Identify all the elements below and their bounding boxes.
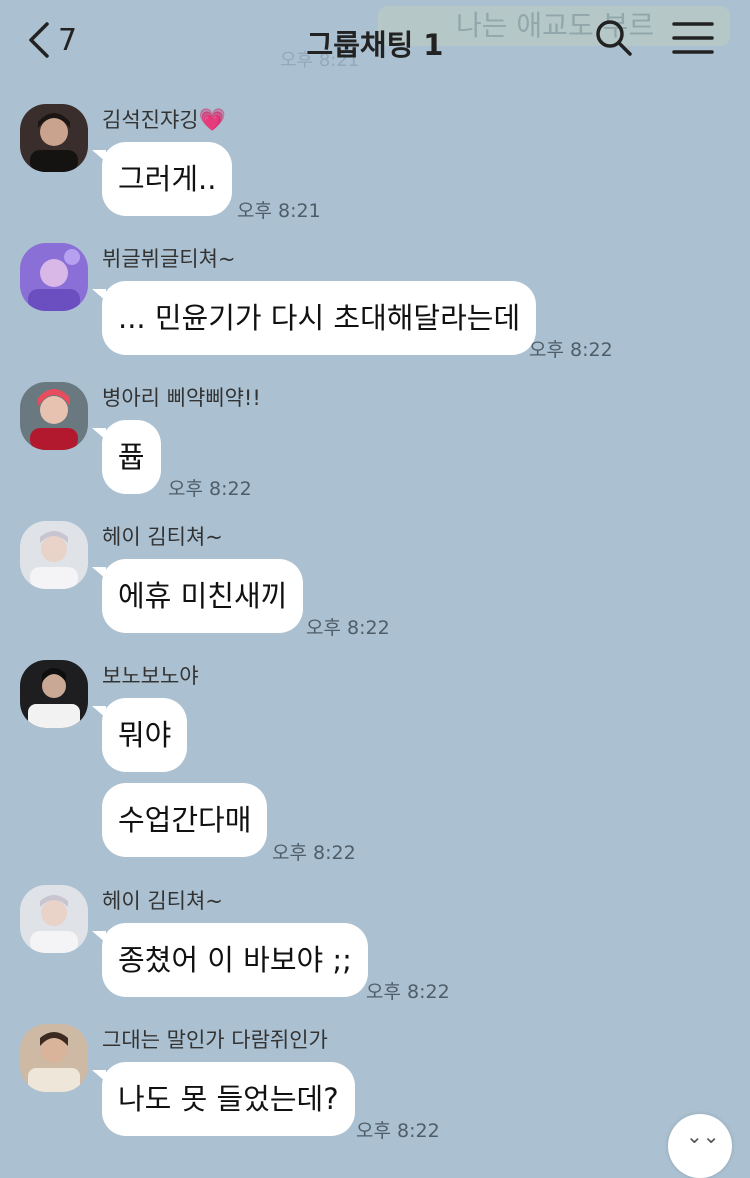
chat-header: 나는 애교도 부르 오후 8:21 7 그룹채팅 1: [0, 0, 750, 80]
message-bubble[interactable]: 나도 못 들었는데?: [92, 1062, 355, 1136]
sender-name: 병아리 삐약삐약!!: [102, 386, 261, 410]
message-time: 오후 8:22: [168, 478, 252, 500]
chevron-down-icon: ⌄⌄: [686, 1124, 720, 1148]
avatar[interactable]: [20, 660, 88, 728]
message-bubble[interactable]: 퓹: [92, 420, 161, 494]
heart-emoji: 💗: [198, 108, 227, 133]
avatar[interactable]: [20, 1024, 88, 1092]
message-bubble[interactable]: 에휴 미친새끼: [91, 559, 304, 633]
avatar[interactable]: [20, 382, 88, 450]
message-time: 오후 8:22: [306, 617, 390, 639]
chat-title: 그룹채팅 1: [0, 22, 750, 64]
sender-name: 김석진쟈깅💗: [102, 108, 227, 133]
message-bubble[interactable]: 수업간다매: [102, 783, 268, 857]
avatar[interactable]: [20, 243, 88, 311]
chat-title-text: 그룹채팅: [306, 28, 414, 62]
sender-name: 헤이 김티쳐~: [102, 525, 223, 549]
sender-name: 보노보노야: [102, 664, 199, 688]
search-button[interactable]: [594, 18, 634, 62]
sender-name: 그대는 말인가 다람쥐인가: [102, 1028, 328, 1052]
hamburger-menu-icon: [672, 22, 714, 54]
message-bubble[interactable]: 종쳤어 이 바보야 ;;: [92, 923, 368, 997]
search-icon: [596, 20, 632, 56]
avatar[interactable]: [20, 885, 88, 953]
message-time: 오후 8:22: [529, 339, 613, 361]
menu-button[interactable]: [672, 18, 714, 62]
message-bubble[interactable]: 그러게..: [91, 142, 233, 216]
message-time: 오후 8:22: [356, 1120, 440, 1142]
message-time: 오후 8:22: [366, 981, 450, 1003]
scroll-to-bottom-button[interactable]: ⌄⌄: [668, 1114, 732, 1178]
sender-name: 뷔글뷔글티쳐~: [102, 247, 236, 271]
avatar[interactable]: [20, 521, 88, 589]
message-time: 오후 8:21: [237, 200, 321, 222]
sender-name: 헤이 김티쳐~: [102, 889, 223, 913]
message-time: 오후 8:22: [272, 842, 356, 864]
avatar[interactable]: [20, 104, 88, 172]
message-bubble[interactable]: ... 민윤기가 다시 초대해달라는데: [91, 281, 537, 355]
member-count: 1: [423, 28, 444, 62]
message-bubble[interactable]: 뭐야: [91, 698, 188, 772]
